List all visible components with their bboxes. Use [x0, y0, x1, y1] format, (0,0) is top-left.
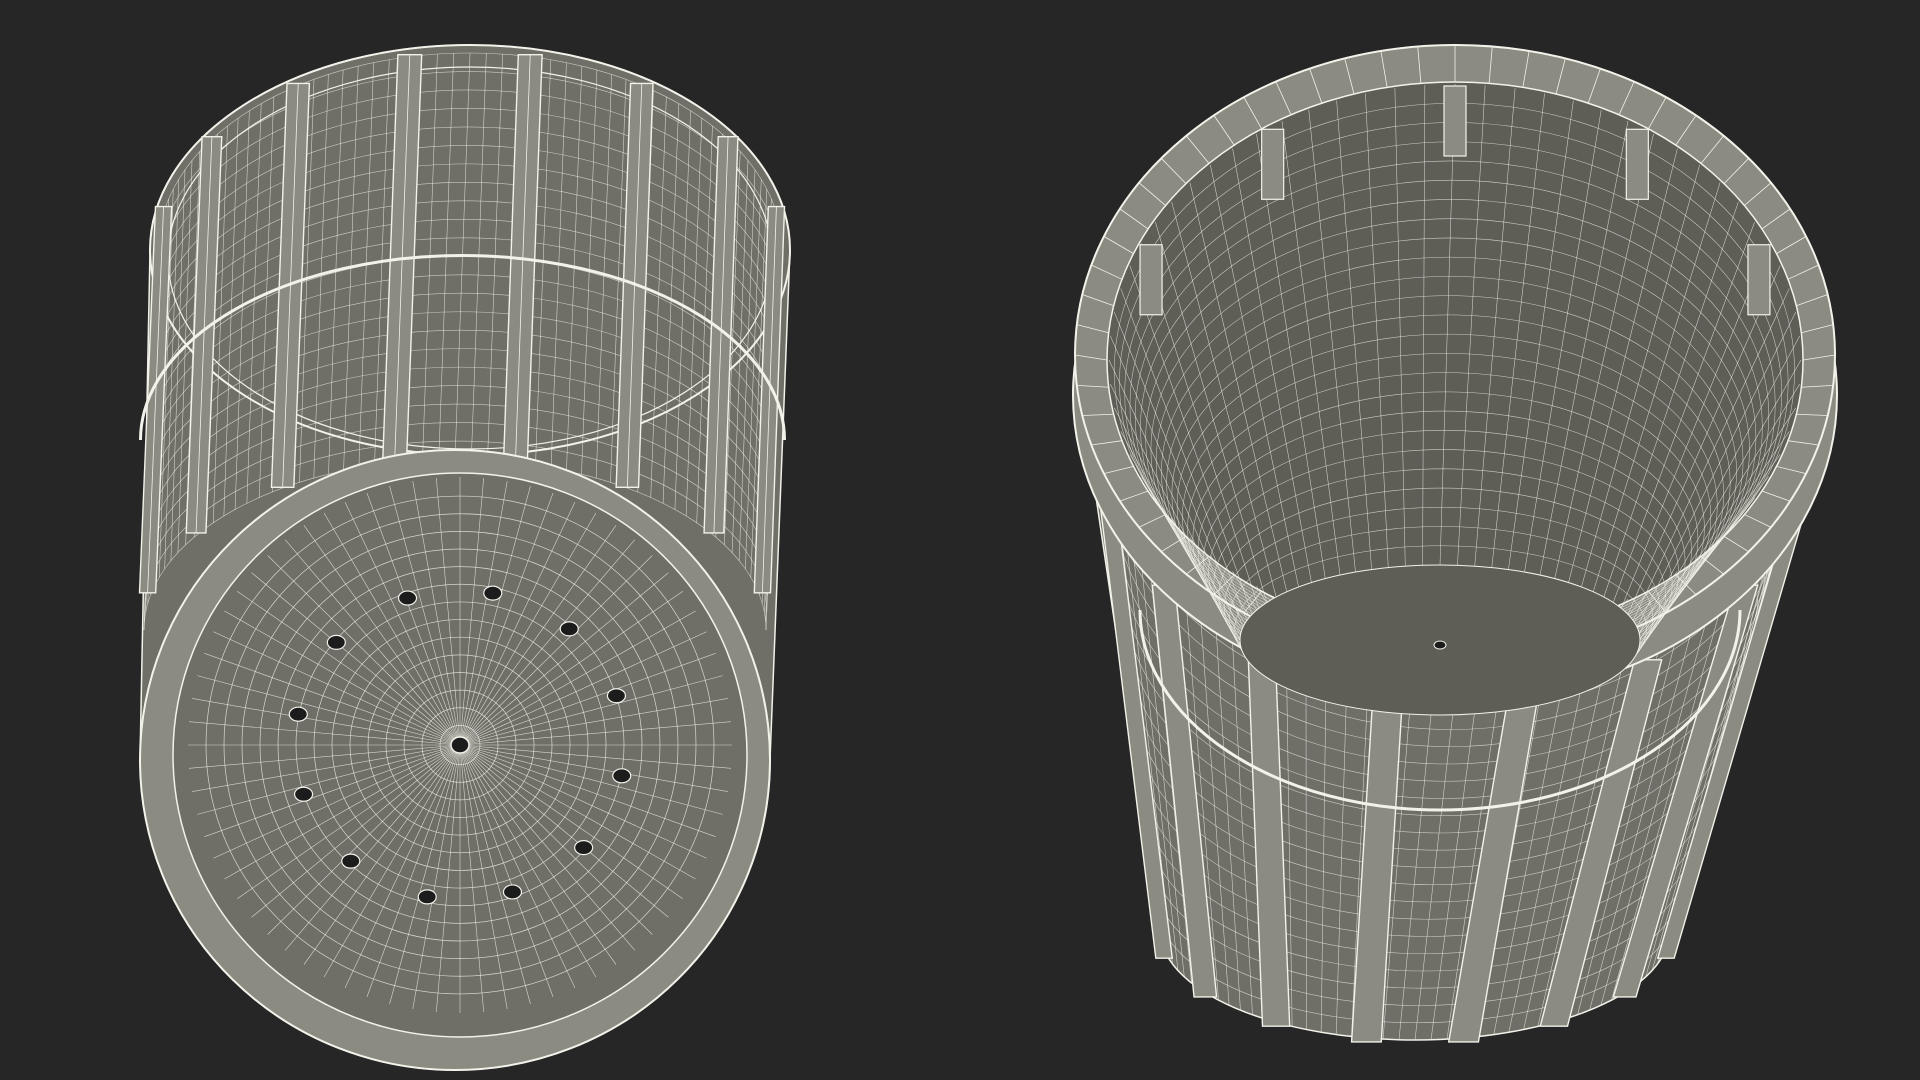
- wireframe-render: [0, 0, 1920, 1080]
- center-hole: [450, 736, 470, 754]
- drain-hole: [397, 590, 418, 606]
- basket-base-disc: [139, 449, 771, 1071]
- drain-hole: [417, 889, 437, 905]
- viewport: [0, 0, 1920, 1080]
- floor-hole: [1433, 640, 1447, 650]
- interior-rib-tab: [1625, 128, 1649, 200]
- drain-hole: [612, 768, 632, 784]
- drain-hole: [326, 634, 346, 650]
- interior-wall: [1106, 81, 1804, 639]
- interior-rib-tab: [1139, 244, 1163, 316]
- drain-hole: [341, 853, 361, 869]
- basket-bottom-view: [138, 44, 791, 1071]
- drain-hole: [483, 585, 503, 601]
- interior-rib-tab: [1261, 128, 1285, 200]
- drain-hole: [293, 786, 314, 802]
- drain-hole: [559, 621, 579, 637]
- drain-hole: [606, 688, 627, 704]
- drain-hole: [502, 884, 523, 900]
- interior-rib-tab: [1443, 85, 1467, 157]
- interior-floor: [1239, 564, 1641, 716]
- interior-rib-tab: [1747, 244, 1771, 316]
- drain-hole: [574, 840, 594, 856]
- drain-hole: [288, 706, 308, 722]
